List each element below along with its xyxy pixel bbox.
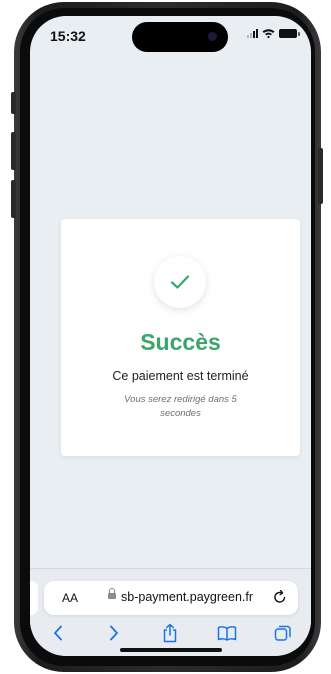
lock-icon: [108, 588, 116, 599]
camera-icon: [208, 32, 217, 41]
battery-icon: [279, 28, 300, 38]
bookmarks-icon: [217, 626, 236, 641]
bookmarks-button[interactable]: [212, 622, 242, 644]
text-size-label: AA: [62, 591, 79, 605]
status-time: 15:32: [50, 28, 86, 44]
success-card: Succès Ce paiement est terminé Vous sere…: [61, 219, 300, 456]
tabs-icon: [274, 625, 291, 641]
success-title: Succès: [140, 329, 221, 355]
share-button[interactable]: [155, 622, 185, 644]
action-button: [11, 92, 16, 114]
back-icon: [54, 625, 62, 641]
text-size-button[interactable]: AA: [62, 591, 78, 605]
phone-screen: 15:32 Succès Ce paiement est terminé Vou…: [30, 16, 311, 656]
share-icon: [164, 623, 177, 643]
check-icon: [170, 275, 190, 289]
success-check-badge: [154, 256, 206, 308]
url-text[interactable]: sb-payment.paygreen.fr: [121, 590, 253, 604]
home-indicator[interactable]: [120, 648, 222, 652]
browser-toolbar: [30, 621, 311, 645]
wifi-icon: [262, 29, 275, 38]
reload-icon[interactable]: [272, 589, 288, 605]
status-indicators: [247, 28, 300, 38]
volume-up-button: [11, 132, 16, 170]
address-bar[interactable]: AA sb-payment.paygreen.fr: [44, 581, 298, 615]
success-message: Ce paiement est terminé: [112, 369, 249, 383]
redirect-note: Vous serez redirigé dans 5 secondes: [124, 394, 237, 419]
signal-icon: [247, 28, 258, 38]
forward-icon: [110, 625, 119, 641]
back-button[interactable]: [43, 622, 73, 644]
dynamic-island: [132, 22, 228, 52]
volume-down-button: [11, 180, 16, 218]
power-button: [318, 148, 323, 204]
forward-button[interactable]: [99, 622, 129, 644]
browser-bottom-bar: AA sb-payment.paygreen.fr: [30, 568, 311, 656]
previous-tab-pill[interactable]: [30, 581, 38, 615]
tabs-button[interactable]: [268, 622, 298, 644]
